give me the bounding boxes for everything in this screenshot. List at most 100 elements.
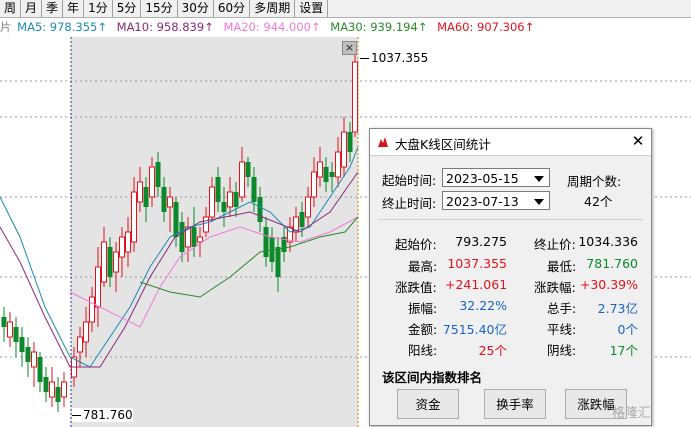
candle-body <box>107 247 113 277</box>
amplitude-label: 振幅: <box>408 301 438 316</box>
volume-label: 总手: <box>547 301 577 316</box>
period-quarter-button[interactable]: 季 <box>42 0 64 17</box>
rank-by-turnover-button[interactable]: 换手率 <box>484 389 546 419</box>
ma-legend: 片 MA5: 978.355↑ MA10: 958.839↑ MA20: 944… <box>0 19 540 35</box>
candle-body <box>197 236 203 243</box>
period-count-value: 42个 <box>584 194 613 209</box>
candle-body <box>311 171 317 198</box>
amplitude-value: 32.22% <box>459 298 507 313</box>
candle-body <box>89 296 95 323</box>
candle-body <box>113 251 119 273</box>
candle-body <box>125 231 131 253</box>
start-time-label: 起始时间: <box>382 173 437 188</box>
candle-body <box>329 172 335 177</box>
low-value: 781.760 <box>586 256 638 271</box>
candle-body <box>43 377 49 392</box>
candle-body <box>317 161 323 178</box>
candle-body <box>119 236 125 258</box>
ma-legend-prefix: 片 <box>0 20 12 34</box>
period-count-label: 周期个数: <box>567 174 622 189</box>
candle-body <box>49 381 55 398</box>
up-count-label: 阳线: <box>408 343 438 358</box>
candle-body <box>203 216 209 233</box>
candle-body <box>61 381 67 398</box>
candle-body <box>161 187 167 212</box>
period-1min-button[interactable]: 1分 <box>84 0 113 17</box>
period-60min-button[interactable]: 60分 <box>214 0 251 17</box>
candle-body <box>227 191 233 208</box>
rank-by-capital-button[interactable]: 资金 <box>397 389 459 419</box>
candle-body <box>335 151 341 178</box>
ranking-section-title: 该区间内指数排名 <box>382 370 483 385</box>
candle-body <box>149 166 155 198</box>
candle-body <box>143 187 149 207</box>
candle-body <box>221 202 227 212</box>
chevron-down-icon <box>534 176 544 182</box>
settings-button[interactable]: 设置 <box>295 0 329 17</box>
end-time-value: 2023-07-13 <box>446 194 519 209</box>
candle-body <box>341 131 347 168</box>
high-value: 1037.355 <box>447 256 507 271</box>
candle-body <box>155 162 161 187</box>
candle-body <box>251 177 257 202</box>
candle-body <box>323 167 329 182</box>
candle-body <box>77 336 83 353</box>
high-price-value: 1037.355 <box>371 51 429 65</box>
volume-value: 2.73亿 <box>597 301 638 316</box>
dialog-close-icon[interactable]: ✕ <box>631 134 645 149</box>
start-time-value: 2023-05-15 <box>446 171 519 186</box>
end-price-value: 1034.336 <box>578 234 638 249</box>
candle-body <box>7 321 13 338</box>
down-count-value: 17个 <box>609 343 638 358</box>
candle-body <box>263 227 269 257</box>
candle-body <box>19 337 25 352</box>
candle-body <box>83 321 89 343</box>
watermark-logo: 格隆汇 <box>612 402 651 421</box>
candle-body <box>305 196 311 218</box>
period-15min-button[interactable]: 15分 <box>141 0 178 17</box>
end-time-select[interactable]: 2023-07-13 <box>442 191 550 210</box>
period-5min-button[interactable]: 5分 <box>113 0 142 17</box>
up-count-value: 25个 <box>478 343 507 358</box>
down-count-label: 阴线: <box>547 343 577 358</box>
candle-body <box>137 181 143 203</box>
low-label: 最低: <box>547 259 577 274</box>
candle-body <box>131 191 137 243</box>
change-label: 涨跌值: <box>395 280 437 295</box>
change-pct-value: +30.39% <box>579 277 638 292</box>
period-year-button[interactable]: 年 <box>63 0 85 17</box>
flat-value: 0个 <box>617 322 638 337</box>
candle-body <box>233 192 239 207</box>
candle-body <box>239 161 245 198</box>
candle-body <box>245 162 251 177</box>
multi-period-button[interactable]: 多周期 <box>250 0 296 17</box>
candle-body <box>299 212 305 227</box>
low-price-label: 781.760 <box>72 408 133 422</box>
candle-body <box>191 227 197 247</box>
candle-body <box>179 222 185 252</box>
watermark-text: 格隆汇 <box>612 406 652 421</box>
candle-body <box>37 357 43 382</box>
interval-stats-dialog: 大盘K线区间统计 ✕ 起始时间: 2023-05-15 终止时间: 2023-0… <box>369 128 652 426</box>
high-label: 最高: <box>408 259 438 274</box>
change-value: +241.061 <box>445 277 508 292</box>
end-price-label: 终止价: <box>534 237 576 252</box>
candle-body <box>101 241 107 283</box>
selection-range <box>71 37 358 427</box>
period-week-button[interactable]: 周 <box>0 0 22 17</box>
ma5-label: MA5: 978.355↑ <box>17 20 107 34</box>
candle-body <box>25 347 31 362</box>
period-month-button[interactable]: 月 <box>21 0 43 17</box>
period-toolbar: 周 月 季 年 1分 5分 15分 30分 60分 多周期 设置 <box>0 0 691 18</box>
candle-body <box>31 351 37 368</box>
candle-body <box>95 266 101 308</box>
candle-body <box>1 317 7 327</box>
selection-close-icon[interactable]: × <box>342 41 357 55</box>
candle-body <box>215 177 221 202</box>
candle-body <box>352 61 358 133</box>
ma30-label: MA30: 939.194↑ <box>330 20 428 34</box>
period-30min-button[interactable]: 30分 <box>178 0 214 17</box>
candle-body <box>257 197 263 222</box>
start-time-select[interactable]: 2023-05-15 <box>442 168 550 187</box>
flat-label: 平线: <box>547 322 577 337</box>
